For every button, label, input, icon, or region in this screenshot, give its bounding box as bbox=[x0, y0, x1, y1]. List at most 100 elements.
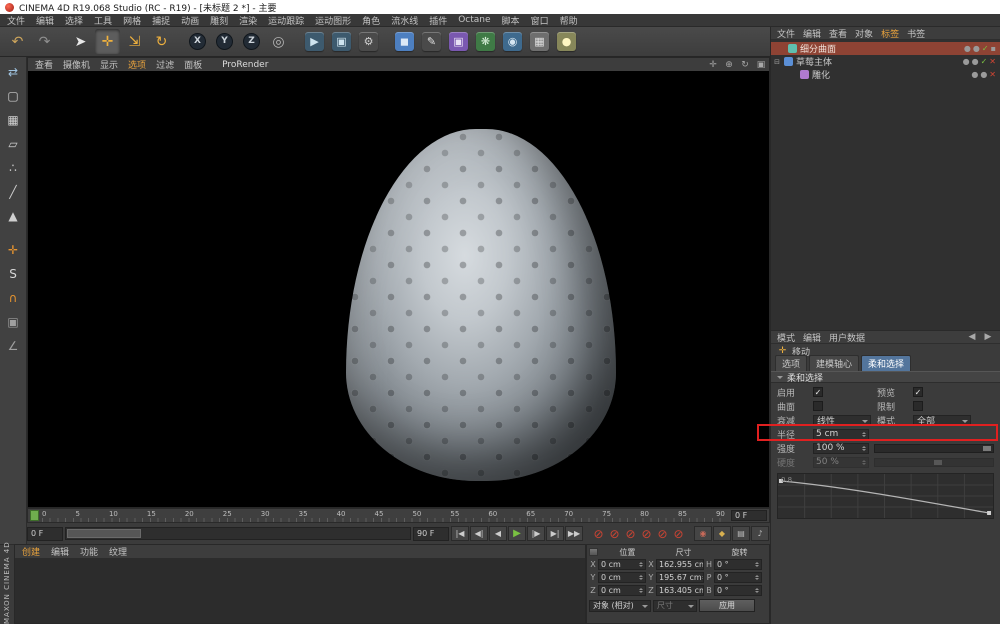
coordinate-system-button[interactable]: ◎ bbox=[266, 29, 291, 54]
object-row-sculpt[interactable]: 雕化 ●●✕ bbox=[771, 68, 1000, 81]
coordinate-field[interactable]: 0 cm bbox=[598, 559, 646, 570]
simulation-button[interactable]: ◉ bbox=[500, 29, 525, 54]
attribute-tab[interactable]: 柔和选择 bbox=[861, 355, 911, 371]
next-frame-button[interactable]: |▶ bbox=[527, 526, 545, 541]
menu-item[interactable]: 对象 bbox=[855, 27, 873, 40]
autokey-button[interactable]: ◉ bbox=[694, 526, 712, 541]
toolbar-separator[interactable] bbox=[176, 29, 183, 54]
live-selection-tool[interactable]: ➤ bbox=[68, 29, 93, 54]
quantize-button[interactable]: ∠ bbox=[2, 334, 25, 357]
hardness-slider[interactable] bbox=[874, 458, 994, 467]
primitive-cube-button[interactable]: ◼ bbox=[392, 29, 417, 54]
visibility-dot-icon[interactable]: ● bbox=[980, 70, 987, 79]
object-tree[interactable]: 细分曲面 ●●✓▪ ⊟ 草莓主体 ●●✓✕ 雕化 ●●✕ bbox=[771, 40, 1000, 330]
expander-icon[interactable]: ⊟ bbox=[773, 58, 781, 66]
spline-pen-button[interactable]: ✎ bbox=[419, 29, 444, 54]
x-tag-icon[interactable]: ✕ bbox=[989, 57, 996, 66]
record-position-toggle[interactable]: ⊘ bbox=[607, 526, 622, 541]
visibility-dot-icon[interactable]: ● bbox=[964, 44, 971, 53]
timeline-range-slider[interactable] bbox=[65, 527, 411, 540]
menu-item[interactable]: 书签 bbox=[907, 27, 925, 40]
attribute-tab[interactable]: 建模轴心 bbox=[809, 355, 859, 371]
z-axis-lock-button[interactable]: Z bbox=[239, 29, 264, 54]
menu-item[interactable]: 选项 bbox=[128, 58, 146, 71]
enable-axis-button[interactable]: ✛ bbox=[2, 238, 25, 261]
menu-item[interactable]: 帮助 bbox=[560, 14, 578, 27]
menu-item[interactable]: 窗口 bbox=[531, 14, 549, 27]
goto-end-button[interactable]: ▶▶ bbox=[565, 526, 583, 541]
material-area[interactable] bbox=[15, 558, 585, 623]
menu-item[interactable]: 捕捉 bbox=[152, 14, 170, 27]
subdivision-surface-button[interactable]: ▣ bbox=[446, 29, 471, 54]
menu-item[interactable]: 编辑 bbox=[36, 14, 54, 27]
record-pla-toggle[interactable]: ⊘ bbox=[671, 526, 686, 541]
strength-slider[interactable] bbox=[874, 444, 994, 453]
enabled-check-icon[interactable]: ✓ bbox=[982, 44, 989, 53]
render-view-button[interactable]: ▶ bbox=[302, 29, 327, 54]
menu-item[interactable]: 用户数据 bbox=[829, 331, 865, 344]
texture-mode-button[interactable]: ▦ bbox=[2, 108, 25, 131]
menu-item[interactable]: 模式 bbox=[777, 331, 795, 344]
strawberry-model[interactable] bbox=[346, 129, 616, 481]
workplane-mode-button[interactable]: ▱ bbox=[2, 132, 25, 155]
palette-gap[interactable] bbox=[2, 228, 25, 237]
hardness-field[interactable]: 50 % bbox=[813, 457, 869, 468]
zoom-view-icon[interactable]: ⊕ bbox=[723, 59, 735, 70]
menu-item[interactable]: 运动图形 bbox=[315, 14, 351, 27]
range-end-field[interactable]: 90 F bbox=[413, 527, 449, 541]
strength-field[interactable]: 100 % bbox=[813, 443, 869, 454]
soft-selection-section-header[interactable]: 柔和选择 bbox=[771, 371, 1000, 383]
current-frame-marker[interactable] bbox=[30, 510, 39, 521]
object-row-strawberry-body[interactable]: ⊟ 草莓主体 ●●✓✕ bbox=[771, 55, 1000, 68]
history-forward-icon[interactable]: ▶ bbox=[982, 332, 994, 343]
coordinate-field[interactable]: 195.67 cm bbox=[656, 572, 704, 583]
menu-item[interactable]: 显示 bbox=[100, 58, 118, 71]
visibility-dot-icon[interactable]: ● bbox=[971, 70, 978, 79]
size-mode-dropdown[interactable]: 尺寸 bbox=[653, 600, 697, 612]
menu-item[interactable]: 编辑 bbox=[51, 545, 69, 558]
rotate-tool[interactable]: ↻ bbox=[149, 29, 174, 54]
menu-item[interactable]: 选择 bbox=[65, 14, 83, 27]
keyframe-selection-button[interactable]: ◆ bbox=[713, 526, 731, 541]
sound-button[interactable]: ♪ bbox=[751, 526, 769, 541]
falloff-dropdown[interactable]: 线性 bbox=[813, 415, 871, 426]
menu-item[interactable]: Octane bbox=[458, 15, 490, 25]
scale-tool[interactable]: ⇲ bbox=[122, 29, 147, 54]
record-parameter-toggle[interactable]: ⊘ bbox=[655, 526, 670, 541]
rotate-view-icon[interactable]: ↻ bbox=[739, 59, 751, 70]
timeline-ruler[interactable]: 051015202530354045505560657075808590 0 F bbox=[27, 508, 770, 523]
polygons-mode-button[interactable]: ▲ bbox=[2, 204, 25, 227]
menu-item[interactable]: 面板 bbox=[184, 58, 202, 71]
menu-item[interactable]: 编辑 bbox=[803, 27, 821, 40]
coordinate-field[interactable]: 0 cm bbox=[598, 585, 646, 596]
menu-item[interactable]: 插件 bbox=[429, 14, 447, 27]
undo-icon[interactable]: ↶ bbox=[5, 29, 30, 54]
menu-item[interactable]: ProRender bbox=[222, 60, 268, 70]
menu-item[interactable]: 摄像机 bbox=[63, 58, 90, 71]
edges-mode-button[interactable]: ╱ bbox=[2, 180, 25, 203]
prev-frame-button[interactable]: ◀ bbox=[489, 526, 507, 541]
tag-icon[interactable]: ▪ bbox=[991, 44, 996, 53]
radius-field[interactable]: 5 cm bbox=[813, 429, 869, 440]
range-start-field[interactable]: 0 F bbox=[27, 527, 63, 541]
coordinate-field[interactable]: 0 ° bbox=[714, 572, 762, 583]
coordinate-field[interactable]: 0 ° bbox=[714, 559, 762, 570]
light-button[interactable]: ● bbox=[554, 29, 579, 54]
move-tool[interactable]: ✛ bbox=[95, 29, 120, 54]
preview-checkbox[interactable]: ✓ bbox=[913, 387, 923, 397]
menu-item[interactable]: 功能 bbox=[80, 545, 98, 558]
toolbar-separator[interactable] bbox=[293, 29, 300, 54]
coordinate-field[interactable]: 0 ° bbox=[714, 585, 762, 596]
menu-item[interactable]: 网格 bbox=[123, 14, 141, 27]
x-tag-icon[interactable]: ✕ bbox=[989, 70, 996, 79]
mograph-button[interactable]: ❋ bbox=[473, 29, 498, 54]
surface-checkbox[interactable] bbox=[813, 401, 823, 411]
limit-checkbox[interactable] bbox=[913, 401, 923, 411]
redo-icon[interactable]: ↷ bbox=[32, 29, 57, 54]
object-row-subdivision[interactable]: 细分曲面 ●●✓▪ bbox=[771, 42, 1000, 55]
playback-options-button[interactable]: ▤ bbox=[732, 526, 750, 541]
menu-item[interactable]: 流水线 bbox=[391, 14, 418, 27]
menu-item[interactable]: 动画 bbox=[181, 14, 199, 27]
enable-checkbox[interactable]: ✓ bbox=[813, 387, 823, 397]
falloff-curve[interactable]: 0.8 bbox=[777, 473, 994, 519]
